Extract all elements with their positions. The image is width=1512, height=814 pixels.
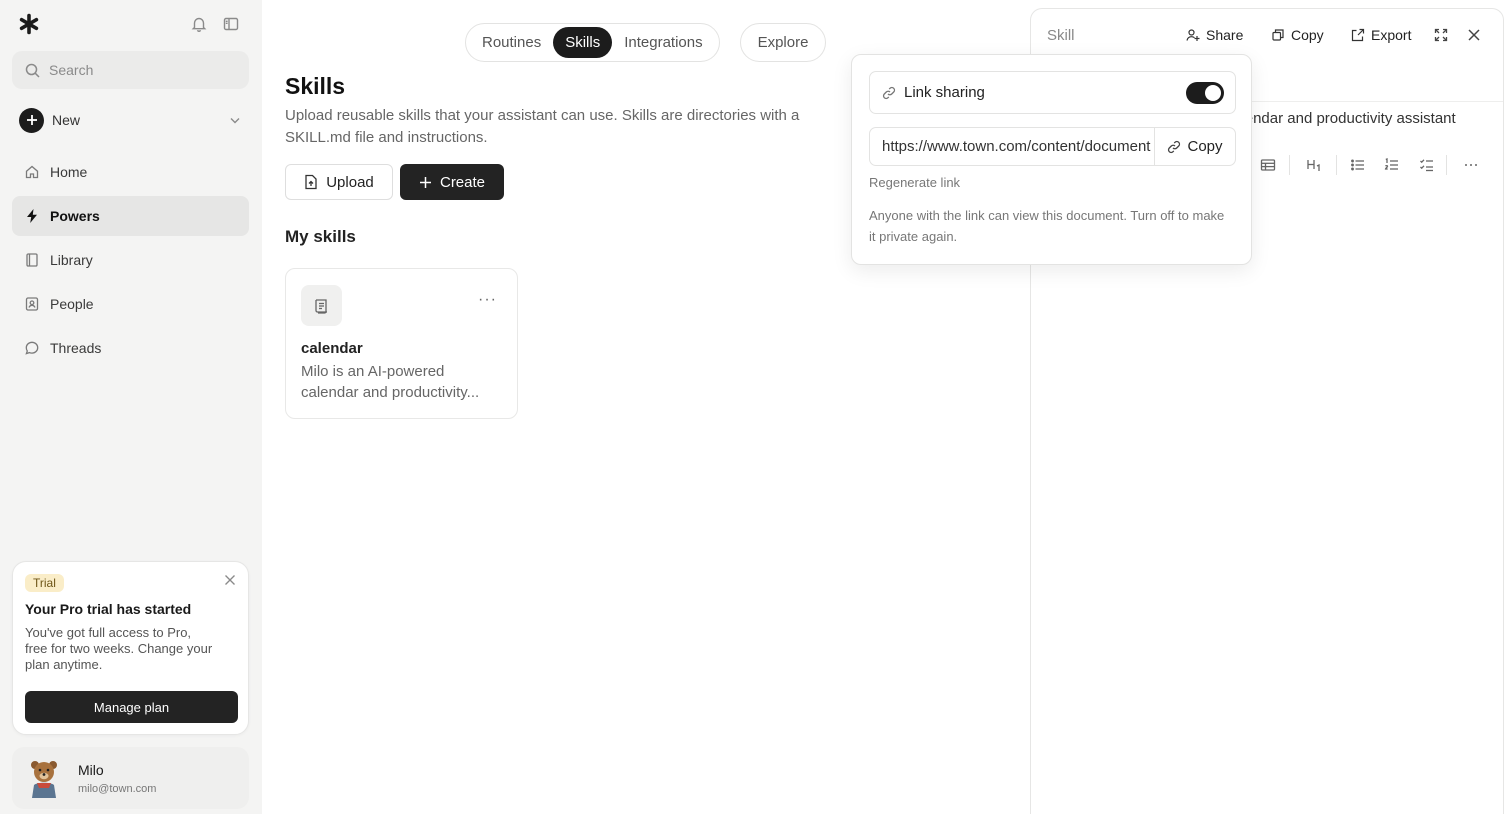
toolbar-divider	[1446, 155, 1447, 175]
tab-routines[interactable]: Routines	[470, 27, 553, 58]
sidebar-item-people[interactable]: People	[12, 284, 249, 324]
sidebar-item-label: Threads	[50, 340, 102, 356]
chevron-down-icon[interactable]	[229, 114, 241, 126]
page-description: Upload reusable skills that your assista…	[285, 107, 800, 146]
sidebar-item-label: Powers	[50, 208, 100, 224]
sidebar-item-library[interactable]: Library	[12, 240, 249, 280]
checklist-icon[interactable]	[1419, 157, 1435, 173]
new-button[interactable]: New	[19, 107, 241, 133]
skill-description-text: Milo is an AI-powered calendar and produ…	[1250, 110, 1456, 127]
link-sharing-toggle[interactable]	[1186, 81, 1224, 104]
plus-icon	[419, 176, 431, 188]
copy-link-button[interactable]: Copy	[1154, 128, 1235, 165]
close-icon[interactable]	[224, 574, 236, 586]
heading-1-icon[interactable]	[1306, 157, 1322, 173]
bell-icon[interactable]	[190, 15, 208, 33]
sidebar-item-label: People	[50, 296, 94, 312]
tab-skills[interactable]: Skills	[553, 27, 613, 58]
home-icon	[25, 165, 39, 179]
skill-description-field[interactable]: Milo is an AI-powered calendar and produ…	[1250, 110, 1505, 134]
toolbar-divider	[1289, 155, 1290, 175]
link-icon	[882, 86, 896, 99]
more-options-icon[interactable]	[1463, 157, 1479, 173]
sidebar-nav: Home Powers Library People Threads	[12, 152, 249, 372]
sidebar: Search New Home Powers Library People Th…	[0, 0, 262, 814]
close-icon[interactable]	[1467, 28, 1481, 42]
sidebar-item-home[interactable]: Home	[12, 152, 249, 192]
create-label: Create	[439, 173, 486, 191]
search-icon	[25, 63, 40, 78]
skill-card-title: calendar	[301, 340, 363, 357]
trial-card: Trial Your Pro trial has started You've …	[12, 561, 249, 735]
export-label: Export	[1371, 27, 1412, 43]
export-icon	[1351, 28, 1365, 42]
bolt-icon	[27, 209, 37, 223]
create-button[interactable]: Create	[400, 164, 504, 200]
skill-card-description: Milo is an AI-powered calendar and produ…	[301, 363, 480, 401]
user-name: Milo	[78, 761, 104, 778]
avatar	[31, 761, 57, 798]
manage-plan-button[interactable]: Manage plan	[25, 691, 238, 723]
explore-button[interactable]: Explore	[740, 23, 826, 62]
share-url-field[interactable]: https://www.town.com/content/document Co…	[869, 127, 1236, 166]
trial-badge: Trial	[25, 574, 64, 592]
copy-link-label: Copy	[1187, 138, 1223, 155]
app-logo-icon[interactable]	[18, 13, 40, 35]
user-profile[interactable]: Milo milo@town.com	[12, 747, 249, 809]
sidebar-toggle-icon[interactable]	[222, 15, 240, 33]
share-label: Share	[1206, 27, 1244, 43]
user-info: Milo milo@town.com	[78, 762, 156, 795]
script-icon	[301, 285, 342, 326]
plus-icon	[19, 107, 44, 133]
copy-label: Copy	[1291, 27, 1324, 43]
copy-button[interactable]: Copy	[1271, 27, 1324, 43]
page-title: Skills	[285, 73, 346, 99]
sidebar-item-label: Library	[50, 252, 93, 268]
search-input[interactable]: Search	[12, 51, 249, 89]
link-sharing-row[interactable]: Link sharing	[869, 71, 1236, 114]
trial-text: You've got full access to Pro, free for …	[25, 625, 213, 672]
export-button[interactable]: Export	[1351, 27, 1411, 43]
copy-icon	[1272, 29, 1284, 41]
table-icon[interactable]	[1260, 157, 1276, 173]
sidebar-item-label: Home	[50, 164, 88, 180]
section-title: My skills	[285, 227, 356, 246]
share-button[interactable]: Share	[1186, 27, 1243, 43]
sidebar-item-threads[interactable]: Threads	[12, 328, 249, 368]
share-note: Anyone with the link can view this docum…	[869, 208, 1225, 244]
bullet-list-icon[interactable]	[1350, 157, 1366, 173]
upload-file-icon	[305, 174, 317, 190]
upload-button[interactable]: Upload	[285, 164, 393, 200]
trial-title: Your Pro trial has started	[25, 601, 192, 617]
sidebar-item-powers[interactable]: Powers	[12, 196, 249, 236]
link-icon	[1168, 140, 1181, 153]
search-placeholder: Search	[49, 62, 94, 78]
panel-label: Skill	[1047, 27, 1075, 44]
link-sharing-label: Link sharing	[904, 84, 985, 101]
numbered-list-icon[interactable]	[1384, 157, 1400, 173]
skill-card[interactable]: ··· calendar Milo is an AI-powered calen…	[285, 268, 518, 419]
upload-label: Upload	[326, 173, 374, 191]
person-share-icon	[1186, 29, 1200, 41]
expand-icon[interactable]	[1434, 28, 1448, 42]
contacts-icon	[25, 297, 39, 311]
tab-integrations[interactable]: Integrations	[612, 27, 714, 58]
share-popover: Link sharing https://www.town.com/conten…	[851, 54, 1252, 265]
top-tabs: Routines Skills Integrations	[465, 23, 720, 62]
share-url[interactable]: https://www.town.com/content/document	[870, 138, 1154, 155]
chat-bubble-icon	[25, 341, 39, 355]
more-options-icon[interactable]: ···	[478, 291, 497, 309]
toolbar-divider	[1336, 155, 1337, 175]
regenerate-link[interactable]: Regenerate link	[869, 175, 960, 190]
user-email: milo@town.com	[78, 782, 157, 795]
new-label: New	[52, 112, 81, 128]
book-icon	[26, 253, 38, 267]
